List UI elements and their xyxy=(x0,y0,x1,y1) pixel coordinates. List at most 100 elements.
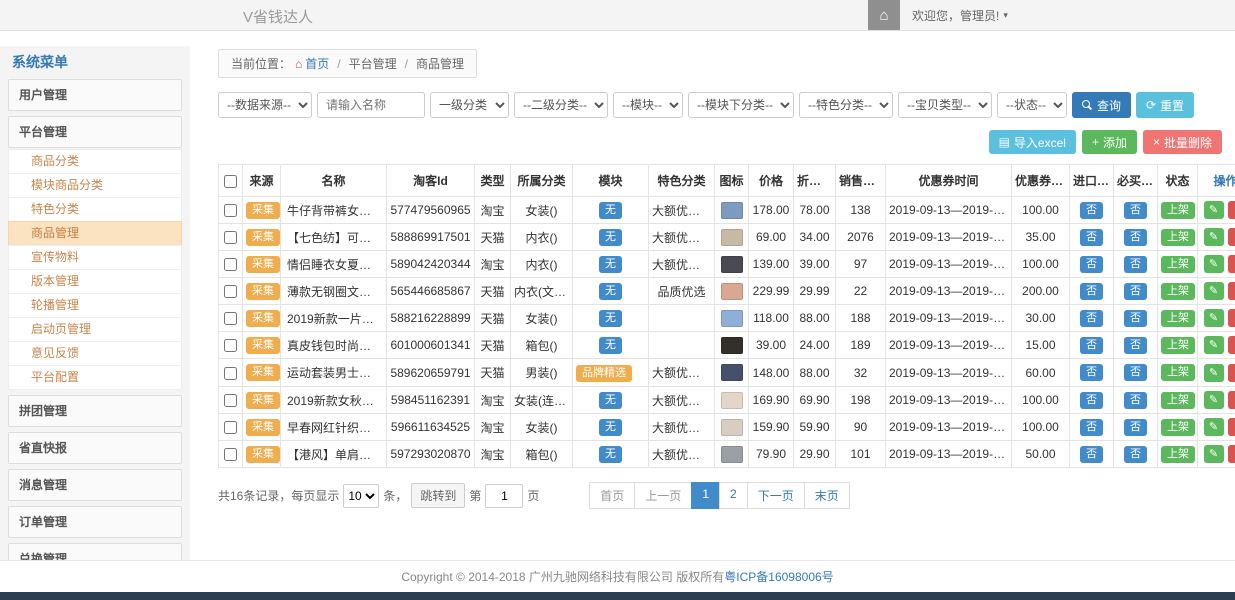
import-select-cell: 否 xyxy=(1070,414,1114,441)
row-checkbox[interactable] xyxy=(224,258,237,271)
filter-select[interactable]: --数据来源-- xyxy=(218,92,312,118)
category-cell: 男装() xyxy=(511,359,573,387)
search-button[interactable]: 查询 xyxy=(1072,92,1131,118)
icon-cell xyxy=(715,387,749,414)
delete-button[interactable]: × xyxy=(1228,364,1235,382)
sales-cell: 198 xyxy=(836,387,886,414)
edit-button[interactable]: ✎ xyxy=(1204,391,1224,409)
sidebar-subitem[interactable]: 版本管理 xyxy=(8,269,182,294)
must-buy-cell: 否 xyxy=(1114,197,1158,224)
delete-button[interactable]: × xyxy=(1228,418,1235,436)
delete-button[interactable]: × xyxy=(1228,228,1235,246)
sidebar-subitem[interactable]: 平台配置 xyxy=(8,365,182,390)
name-search-input[interactable] xyxy=(317,92,425,118)
edit-button[interactable]: ✎ xyxy=(1204,282,1224,300)
row-checkbox[interactable] xyxy=(224,421,237,434)
column-header: 模块 xyxy=(573,165,649,197)
discount-price-cell: 29.90 xyxy=(794,441,836,468)
column-header: 价格 xyxy=(749,165,794,197)
feature-cell: 大额优惠券 xyxy=(649,224,715,251)
row-checkbox[interactable] xyxy=(224,339,237,352)
delete-button[interactable]: × xyxy=(1228,391,1235,409)
add-button[interactable]: + 添加 xyxy=(1082,130,1137,154)
coupon-amount-cell: 100.00 xyxy=(1012,251,1070,278)
filter-select[interactable]: --模块下分类-- xyxy=(688,92,794,118)
jump-button[interactable]: 跳转到 xyxy=(411,483,465,508)
import-select-badge: 否 xyxy=(1080,310,1103,327)
category-cell: 箱包() xyxy=(511,332,573,359)
filter-select[interactable]: --二级分类-- xyxy=(514,92,608,118)
home-button[interactable]: ⌂ xyxy=(868,0,900,30)
reset-button[interactable]: ⟳ 重置 xyxy=(1136,92,1194,118)
type-cell: 天猫 xyxy=(475,332,511,359)
sales-cell: 189 xyxy=(836,332,886,359)
table-row: 采集2019新款女秋薄款...598451162391淘宝女装(连衣裙)无大额优… xyxy=(219,387,1235,414)
status-badge: 上架 xyxy=(1161,392,1195,409)
page-button[interactable]: 2 xyxy=(719,482,748,509)
filter-select[interactable]: --状态-- xyxy=(997,92,1067,118)
row-checkbox[interactable] xyxy=(224,285,237,298)
sidebar-item[interactable]: 省直快报 xyxy=(8,432,182,464)
row-checkbox[interactable] xyxy=(224,448,237,461)
sidebar-subitem[interactable]: 商品管理 xyxy=(8,221,182,246)
delete-button[interactable]: × xyxy=(1228,201,1235,219)
per-page-select[interactable]: 10 xyxy=(343,484,379,508)
filter-select[interactable]: --模块-- xyxy=(613,92,683,118)
edit-button[interactable]: ✎ xyxy=(1204,364,1224,382)
column-header: 状态 xyxy=(1158,165,1198,197)
select-all-checkbox[interactable] xyxy=(224,175,237,188)
page-button[interactable]: 末页 xyxy=(804,482,850,509)
sidebar-subitem[interactable]: 轮播管理 xyxy=(8,293,182,318)
coupon-time-cell: 2019-09-13—2019-09-17 xyxy=(886,197,1012,224)
edit-button[interactable]: ✎ xyxy=(1204,255,1224,273)
actions-cell: ✎× xyxy=(1198,224,1235,251)
batch-delete-button[interactable]: × 批量删除 xyxy=(1143,130,1222,154)
sidebar-subitem[interactable]: 启动页管理 xyxy=(8,317,182,342)
sidebar-item[interactable]: 消息管理 xyxy=(8,469,182,501)
sidebar-item[interactable]: 平台管理 xyxy=(8,116,182,148)
edit-button[interactable]: ✎ xyxy=(1204,418,1224,436)
type-cell: 淘宝 xyxy=(475,251,511,278)
row-checkbox[interactable] xyxy=(224,367,237,380)
feature-cell: 大额优惠券 xyxy=(649,251,715,278)
sidebar-item[interactable]: 用户管理 xyxy=(8,79,182,111)
sidebar-item[interactable]: 拼团管理 xyxy=(8,395,182,427)
import-excel-button[interactable]: ▤ 导入excel xyxy=(989,130,1076,154)
delete-button[interactable]: × xyxy=(1228,255,1235,273)
icp-link[interactable]: 粤ICP备16098006号 xyxy=(724,570,833,584)
coupon-amount-cell: 35.00 xyxy=(1012,224,1070,251)
page-button[interactable]: 上一页 xyxy=(634,482,692,509)
edit-button[interactable]: ✎ xyxy=(1204,445,1224,463)
delete-button[interactable]: × xyxy=(1228,309,1235,327)
edit-button[interactable]: ✎ xyxy=(1204,309,1224,327)
sidebar-item[interactable]: 订单管理 xyxy=(8,506,182,538)
sidebar-subitem[interactable]: 商品分类 xyxy=(8,149,182,174)
edit-button[interactable]: ✎ xyxy=(1204,201,1224,219)
page-button[interactable]: 下一页 xyxy=(747,482,805,509)
filter-select[interactable]: 一级分类 xyxy=(430,92,509,118)
type-cell: 淘宝 xyxy=(475,441,511,468)
row-checkbox[interactable] xyxy=(224,394,237,407)
delete-button[interactable]: × xyxy=(1228,336,1235,354)
row-checkbox[interactable] xyxy=(224,204,237,217)
breadcrumb-home-link[interactable]: 首页 xyxy=(305,55,329,72)
edit-button[interactable]: ✎ xyxy=(1204,336,1224,354)
edit-button[interactable]: ✎ xyxy=(1204,228,1224,246)
sidebar-subitem[interactable]: 特色分类 xyxy=(8,197,182,222)
delete-button[interactable]: × xyxy=(1228,282,1235,300)
jump-page-input[interactable] xyxy=(485,484,523,508)
layout: 系统菜单 用户管理平台管理商品分类模块商品分类特色分类商品管理宣传物料版本管理轮… xyxy=(0,31,1235,560)
page-button[interactable]: 首页 xyxy=(589,482,635,509)
row-checkbox[interactable] xyxy=(224,312,237,325)
sidebar-subitem[interactable]: 模块商品分类 xyxy=(8,173,182,198)
column-header: 特色分类 xyxy=(649,165,715,197)
filter-select[interactable]: --宝贝类型-- xyxy=(898,92,992,118)
sidebar-subitem[interactable]: 意见反馈 xyxy=(8,341,182,366)
row-checkbox[interactable] xyxy=(224,231,237,244)
page-button[interactable]: 1 xyxy=(691,482,720,509)
filter-select[interactable]: --特色分类-- xyxy=(799,92,893,118)
user-menu[interactable]: 欢迎您，管理员! ▾ xyxy=(900,7,1022,24)
sidebar-subitem[interactable]: 宣传物料 xyxy=(8,245,182,270)
sidebar-item[interactable]: 兑换管理 xyxy=(8,543,182,560)
delete-button[interactable]: × xyxy=(1228,445,1235,463)
